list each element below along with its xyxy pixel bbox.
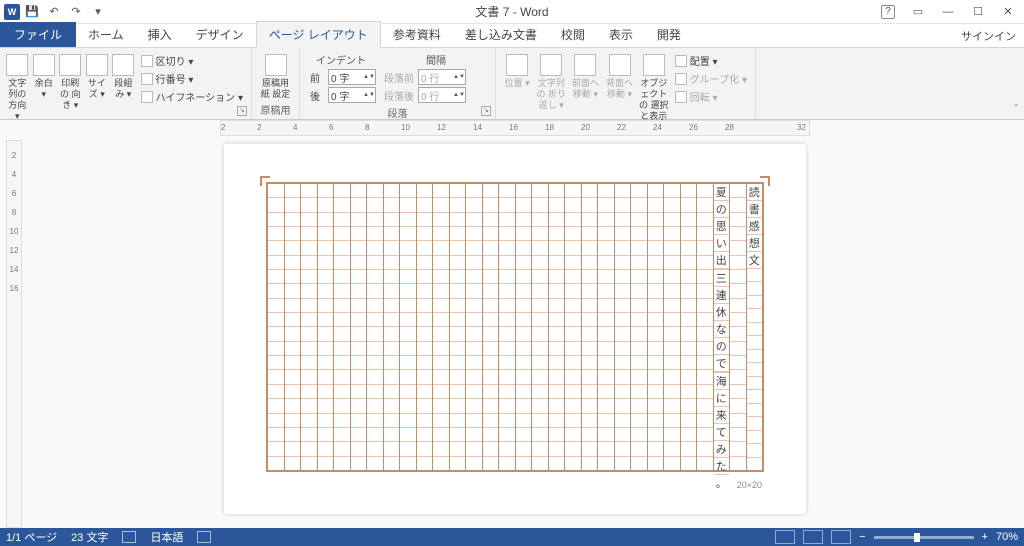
save-icon[interactable]: 💾 (22, 2, 42, 22)
qat-more-icon[interactable]: ▾ (88, 2, 108, 22)
space-after-spinner: 0 行▲▼ (418, 87, 466, 103)
read-mode-button[interactable] (775, 530, 795, 544)
group-label: 段落 (306, 103, 489, 120)
space-before-spinner: 0 行▲▼ (418, 69, 466, 85)
size-button[interactable]: サイズ ▾ (86, 52, 109, 122)
selection-pane-button[interactable]: オブジェクトの 選択と表示 (639, 52, 669, 122)
paragraph-dialog-launcher[interactable]: ↘ (481, 106, 491, 116)
group-button: グループ化 ▾ (673, 70, 749, 87)
page[interactable]: 読書感想文夏の思い出三連休なので海に来てみた。 20×20 (224, 144, 806, 514)
zoom-out-button[interactable]: − (859, 531, 865, 543)
columns-button[interactable]: 段組み ▾ (112, 52, 135, 122)
genkou-settings-button[interactable]: 原稿用紙 設定 (258, 52, 293, 100)
title-bar: W 💾 ↶ ↷ ▾ 文書 7 - Word ? ▭ — ☐ ✕ (0, 0, 1024, 24)
bring-forward-button: 前面へ 移動 ▾ (570, 52, 600, 122)
group-page-setup: 文字列の 方向 ▾ 余白 ▾ 印刷の 向き ▾ サイズ ▾ 段組み ▾ 区切り … (0, 48, 252, 119)
web-layout-button[interactable] (831, 530, 851, 544)
tab-design[interactable]: デザイン (184, 22, 256, 47)
page-count[interactable]: 1/1 ページ (6, 529, 57, 545)
maximize-button[interactable]: ☐ (966, 3, 990, 21)
zoom-in-button[interactable]: + (982, 531, 988, 543)
rotate-button: 回転 ▾ (673, 88, 749, 105)
genkou-grid[interactable]: 読書感想文夏の思い出三連休なので海に来てみた。 (266, 182, 764, 472)
collapse-ribbon-icon[interactable]: ˆ (1015, 104, 1018, 115)
align-button[interactable]: 配置 ▾ (673, 52, 749, 69)
group-paragraph: インデント 間隔 前 0 字▲▼ 段落前 0 行▲▼ 後 0 字▲▼ 段落後 0… (300, 48, 496, 119)
wrap-text-button: 文字列の 折り返し ▾ (536, 52, 566, 122)
indent-before-spinner[interactable]: 0 字▲▼ (328, 69, 376, 85)
spacing-header: 間隔 (426, 52, 446, 67)
language-indicator[interactable]: 日本語 (150, 529, 183, 545)
zoom-level[interactable]: 70% (996, 531, 1018, 543)
tab-home[interactable]: ホーム (76, 22, 136, 47)
redo-icon[interactable]: ↷ (66, 2, 86, 22)
space-before-label: 段落前 (384, 70, 414, 85)
vertical-ruler[interactable]: 246810121416 (6, 140, 22, 528)
indent-header: インデント (316, 52, 366, 67)
spellcheck-icon[interactable] (122, 531, 136, 543)
indent-before-label: 前 (310, 70, 324, 85)
tab-view[interactable]: 表示 (597, 22, 645, 47)
word-count[interactable]: 23 文字 (71, 529, 108, 545)
sign-in-link[interactable]: サインイン (961, 28, 1016, 44)
hyphenation-button[interactable]: ハイフネーション ▾ (139, 88, 245, 105)
word-app-icon: W (4, 4, 20, 20)
undo-icon[interactable]: ↶ (44, 2, 64, 22)
indent-after-spinner[interactable]: 0 字▲▼ (328, 87, 376, 103)
indent-after-label: 後 (310, 88, 324, 103)
horizontal-ruler[interactable]: 224681012141618202224262832 (220, 120, 810, 136)
quick-access-toolbar: W 💾 ↶ ↷ ▾ (0, 2, 108, 22)
tab-developer[interactable]: 開発 (645, 22, 693, 47)
position-button: 位置 ▾ (502, 52, 532, 122)
orientation-button[interactable]: 印刷の 向き ▾ (59, 52, 82, 122)
genkou-grid-wrap: 読書感想文夏の思い出三連休なので海に来てみた。 (266, 182, 764, 472)
status-bar: 1/1 ページ 23 文字 日本語 − + 70% (0, 528, 1024, 546)
ribbon-display-options-icon[interactable]: ▭ (906, 3, 930, 21)
tab-page-layout[interactable]: ページ レイアウト (256, 21, 381, 48)
tab-review[interactable]: 校閲 (549, 22, 597, 47)
macro-icon[interactable] (197, 531, 211, 543)
window-title: 文書 7 - Word (475, 3, 548, 20)
group-arrange: 位置 ▾ 文字列の 折り返し ▾ 前面へ 移動 ▾ 背面へ 移動 ▾ オブジェク… (496, 48, 756, 119)
tab-insert[interactable]: 挿入 (136, 22, 184, 47)
grid-spec-label: 20×20 (737, 480, 762, 490)
send-backward-button: 背面へ 移動 ▾ (604, 52, 634, 122)
close-button[interactable]: ✕ (996, 3, 1020, 21)
print-layout-button[interactable] (803, 530, 823, 544)
tab-file[interactable]: ファイル (0, 22, 76, 47)
line-numbers-button[interactable]: 行番号 ▾ (139, 70, 245, 87)
ribbon: 文字列の 方向 ▾ 余白 ▾ 印刷の 向き ▾ サイズ ▾ 段組み ▾ 区切り … (0, 48, 1024, 120)
text-direction-button[interactable]: 文字列の 方向 ▾ (6, 52, 29, 122)
document-area: 224681012141618202224262832 246810121416… (0, 120, 1024, 528)
group-genkou: 原稿用紙 設定 原稿用紙 (252, 48, 300, 119)
help-button[interactable]: ? (876, 3, 900, 21)
tab-mailings[interactable]: 差し込み文書 (453, 22, 549, 47)
space-after-label: 段落後 (384, 88, 414, 103)
window-controls: ? ▭ — ☐ ✕ (876, 3, 1020, 21)
margins-button[interactable]: 余白 ▾ (33, 52, 56, 122)
minimize-button[interactable]: — (936, 3, 960, 21)
tab-references[interactable]: 参考資料 (381, 22, 453, 47)
zoom-slider[interactable] (874, 536, 974, 539)
breaks-button[interactable]: 区切り ▾ (139, 52, 245, 69)
page-setup-dialog-launcher[interactable]: ↘ (237, 106, 247, 116)
ribbon-tabs: ファイル ホーム 挿入 デザイン ページ レイアウト 参考資料 差し込み文書 校… (0, 24, 1024, 48)
